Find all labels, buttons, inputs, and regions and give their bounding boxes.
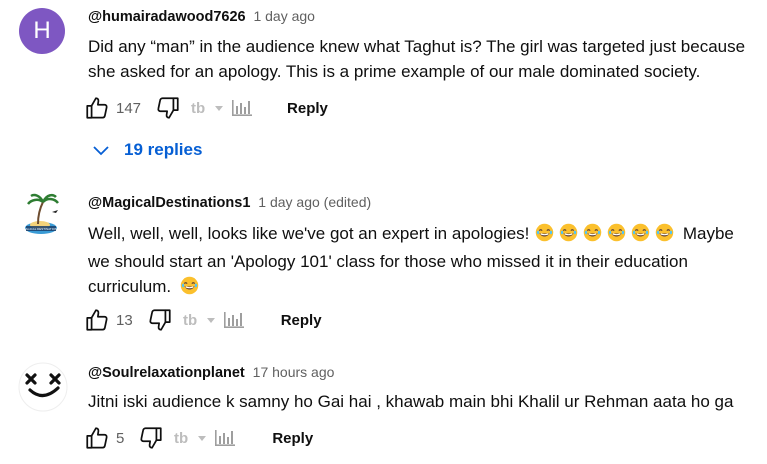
comment-3: @Soulrelaxationplanet 17 hours ago Jitni… (0, 355, 767, 464)
like-count: 13 (116, 311, 133, 329)
thumbs-up-icon[interactable] (84, 425, 110, 451)
comment-line: curriculum. (88, 274, 734, 302)
comment-line: she asked for an apology. This is a prim… (88, 62, 701, 81)
laughing-emoji-icon (631, 223, 650, 249)
thumbs-down-icon[interactable] (155, 95, 181, 121)
laughing-emoji-icon (583, 223, 602, 249)
chevron-down-icon (92, 141, 110, 159)
laughing-emoji-icon (180, 276, 199, 302)
reply-button[interactable]: Reply (287, 100, 328, 117)
timestamp[interactable]: 17 hours ago (253, 364, 335, 380)
svg-text:tb: tb (183, 312, 197, 329)
comment-2: MAGICAL DESTINATIONS @MagicalDestination… (0, 185, 767, 345)
svg-text:MAGICAL DESTINATIONS: MAGICAL DESTINATIONS (23, 227, 59, 231)
comment-segment: Maybe (682, 224, 734, 243)
bar-chart-icon[interactable] (231, 98, 253, 118)
thumbs-up-icon[interactable] (84, 307, 110, 333)
like-count: 5 (116, 429, 125, 447)
comment-segment: curriculum. (88, 277, 172, 296)
emoji-row (176, 276, 200, 296)
comment-line: Did any “man” in the audience knew what … (88, 37, 746, 56)
marshmello-face-icon (18, 362, 68, 412)
thumbs-up-icon[interactable] (84, 95, 110, 121)
comment-line: Jitni iski audience k samny ho Gai hai ,… (88, 392, 734, 411)
thumbs-down-icon[interactable] (147, 307, 173, 333)
author-avatar[interactable]: MAGICAL DESTINATIONS (18, 192, 68, 242)
laughing-emoji-icon (535, 223, 554, 249)
comment-segment: Well, well, well, looks like we've got a… (88, 224, 530, 243)
view-replies-button[interactable]: 19 replies (92, 140, 202, 160)
comment-header: @humairadawood7626 1 day ago (88, 8, 315, 25)
reply-button[interactable]: Reply (281, 312, 322, 329)
comment-line: Well, well, well, looks like we've got a… (88, 221, 734, 249)
laughing-emoji-icon (655, 223, 674, 249)
author-name[interactable]: @humairadawood7626 (88, 9, 246, 25)
comment-actions: 5 tb Reply (84, 425, 313, 451)
reply-button[interactable]: Reply (272, 430, 313, 447)
timestamp[interactable]: 1 day ago (253, 8, 315, 24)
comment-1: H @humairadawood7626 1 day ago Did any “… (0, 0, 767, 175)
comment-header: @MagicalDestinations1 1 day ago (edited) (88, 194, 371, 211)
bar-chart-icon[interactable] (223, 310, 245, 330)
thumbs-down-icon[interactable] (138, 425, 164, 451)
comment-line: we should start an 'Apology 101' class f… (88, 252, 688, 271)
comment-header: @Soulrelaxationplanet 17 hours ago (88, 364, 334, 381)
comment-actions: 13 tb Reply (84, 307, 322, 333)
laughing-emoji-icon (607, 223, 626, 249)
bar-chart-icon[interactable] (214, 428, 236, 448)
timestamp[interactable]: 1 day ago (edited) (258, 194, 371, 210)
comment-text: Well, well, well, looks like we've got a… (88, 221, 734, 302)
tb-dropdown-icon[interactable]: tb (191, 98, 227, 118)
comment-text: Jitni iski audience k samny ho Gai hai ,… (88, 389, 733, 414)
emoji-row (534, 223, 678, 243)
author-avatar[interactable] (18, 362, 68, 412)
author-avatar[interactable]: H (19, 8, 65, 54)
replies-label: 19 replies (124, 140, 203, 159)
author-name[interactable]: @Soulrelaxationplanet (88, 365, 245, 381)
like-count: 147 (116, 99, 142, 117)
comment-text: Did any “man” in the audience knew what … (88, 34, 745, 84)
laughing-emoji-icon (559, 223, 578, 249)
tb-dropdown-icon[interactable]: tb (174, 428, 210, 448)
author-name[interactable]: @MagicalDestinations1 (88, 195, 250, 211)
comment-actions: 147 tb Reply (84, 95, 328, 121)
svg-text:tb: tb (174, 430, 188, 447)
svg-text:tb: tb (191, 100, 205, 117)
tb-dropdown-icon[interactable]: tb (183, 310, 219, 330)
magical-destinations-logo: MAGICAL DESTINATIONS (19, 193, 67, 241)
